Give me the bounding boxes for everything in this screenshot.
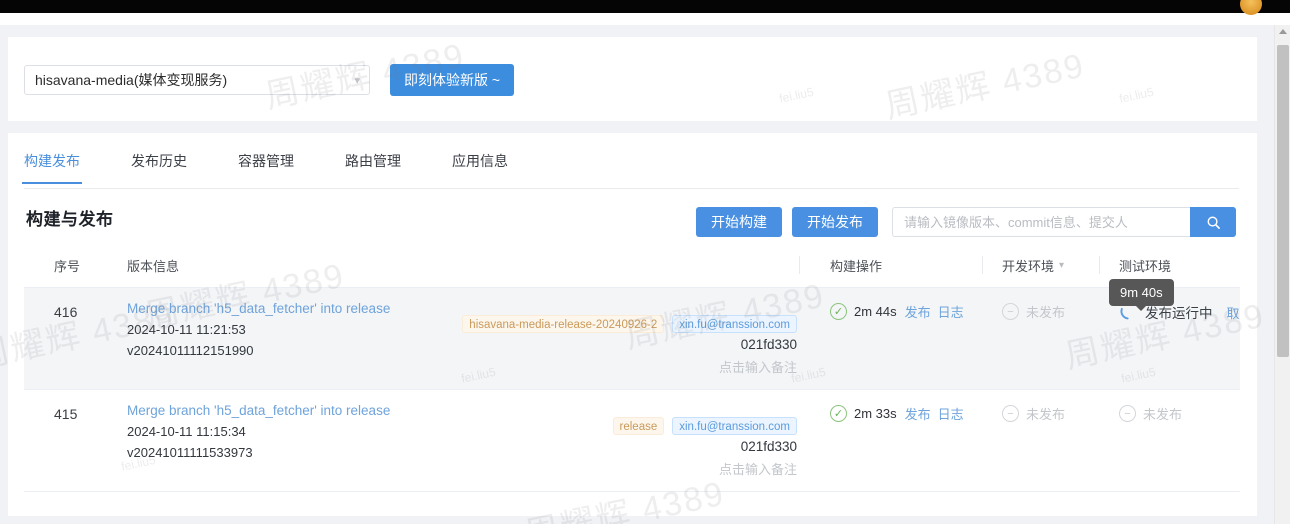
row-build-cell: ✓ 2m 33s 发布 日志 bbox=[830, 404, 971, 423]
search-group bbox=[892, 207, 1236, 237]
commit-hash: 021fd330 bbox=[740, 439, 797, 454]
table-row[interactable]: 415 Merge branch 'h5_data_fetcher' into … bbox=[24, 390, 1240, 492]
column-header-test-env: 测试环境 bbox=[1119, 258, 1172, 274]
tab-build-release[interactable]: 构建发布 bbox=[22, 148, 82, 184]
column-header-dev-env[interactable]: 开发环境 ▾ bbox=[1002, 256, 1064, 275]
commit-message-link[interactable]: Merge branch 'h5_data_fetcher' into rele… bbox=[127, 403, 797, 418]
chrome-white-strip bbox=[0, 13, 1290, 25]
toolbar: 开始构建 开始发布 bbox=[696, 207, 1236, 237]
tab-container-management[interactable]: 容器管理 bbox=[238, 148, 294, 183]
row-tags: release xin.fu@transsion.com bbox=[612, 417, 797, 435]
remark-input[interactable]: 点击输入备注 bbox=[497, 459, 797, 478]
row-dev-env-cell: − 未发布 bbox=[1002, 302, 1065, 321]
test-env-status: 未发布 bbox=[1143, 407, 1183, 422]
search-icon bbox=[1207, 216, 1220, 229]
row-index: 416 bbox=[54, 304, 78, 320]
start-build-button[interactable]: 开始构建 bbox=[696, 207, 782, 237]
branch-tag: hisavana-media-release-20240926-2 bbox=[462, 315, 665, 333]
deploy-link[interactable]: 发布 bbox=[905, 404, 931, 423]
column-header-index: 序号 bbox=[54, 258, 81, 274]
cancel-link[interactable]: 取消 bbox=[1227, 303, 1241, 322]
row-dev-env-cell: − 未发布 bbox=[1002, 404, 1065, 423]
log-link[interactable]: 日志 bbox=[938, 404, 964, 423]
row-index: 415 bbox=[54, 406, 78, 422]
user-tag: xin.fu@transsion.com bbox=[672, 315, 797, 333]
minus-circle-icon: − bbox=[1002, 405, 1019, 422]
duration-tooltip: 9m 40s bbox=[1109, 279, 1174, 311]
row-build-cell: ✓ 2m 44s 发布 日志 bbox=[830, 302, 971, 321]
column-header-build: 构建操作 bbox=[830, 258, 883, 274]
build-table: 序号 版本信息 构建操作 开发环境 ▾ 测试环境 416 Merge branc… bbox=[24, 243, 1240, 509]
header-divider bbox=[1099, 256, 1100, 274]
user-tag: xin.fu@transsion.com bbox=[672, 417, 797, 435]
search-input[interactable] bbox=[892, 207, 1190, 237]
app-select[interactable]: hisavana-media(媒体变现服务) ▾ bbox=[24, 65, 370, 95]
app-select-value: hisavana-media(媒体变现服务) bbox=[35, 72, 228, 88]
column-header-version: 版本信息 bbox=[127, 258, 180, 274]
row-right-meta: 021fd330 点击输入备注 bbox=[497, 337, 797, 376]
app-header-card: hisavana-media(媒体变现服务) ▾ 即刻体验新版 ~ bbox=[8, 37, 1257, 121]
remark-input[interactable]: 点击输入备注 bbox=[497, 357, 797, 376]
column-header-dev-env-label: 开发环境 bbox=[1002, 258, 1055, 274]
log-link[interactable]: 日志 bbox=[938, 302, 964, 321]
scroll-up-arrow-icon[interactable] bbox=[1279, 29, 1287, 34]
dev-env-status: 未发布 bbox=[1026, 407, 1066, 422]
app-selector-row: hisavana-media(媒体变现服务) ▾ 即刻体验新版 ~ bbox=[24, 64, 515, 96]
table-header-row: 序号 版本信息 构建操作 开发环境 ▾ 测试环境 bbox=[24, 243, 1240, 288]
row-right-meta: 021fd330 点击输入备注 bbox=[497, 439, 797, 478]
minus-circle-icon: − bbox=[1002, 303, 1019, 320]
branch-tag: release bbox=[612, 417, 665, 435]
commit-message-link[interactable]: Merge branch 'h5_data_fetcher' into rele… bbox=[127, 301, 797, 316]
browser-top-bar bbox=[0, 0, 1290, 13]
build-duration: 2m 33s bbox=[854, 406, 897, 421]
tab-bar: 构建发布 发布历史 容器管理 路由管理 应用信息 bbox=[22, 148, 1239, 189]
commit-hash: 021fd330 bbox=[740, 337, 797, 352]
minus-circle-icon: − bbox=[1119, 405, 1136, 422]
main-content-card: 构建发布 发布历史 容器管理 路由管理 应用信息 构建与发布 开始构建 开始发布 bbox=[8, 133, 1257, 516]
row-test-env-cell: − 未发布 bbox=[1119, 404, 1182, 423]
start-deploy-button[interactable]: 开始发布 bbox=[792, 207, 878, 237]
header-divider bbox=[799, 256, 800, 274]
tab-app-info[interactable]: 应用信息 bbox=[452, 148, 508, 183]
tab-release-history[interactable]: 发布历史 bbox=[131, 148, 187, 183]
page-title: 构建与发布 bbox=[26, 210, 114, 229]
row-version-info: Merge branch 'h5_data_fetcher' into rele… bbox=[127, 403, 797, 477]
search-button[interactable] bbox=[1190, 207, 1236, 237]
app-screen: hisavana-media(媒体变现服务) ▾ 即刻体验新版 ~ 构建发布 发… bbox=[0, 0, 1290, 524]
deploy-link[interactable]: 发布 bbox=[905, 302, 931, 321]
row-version-info: Merge branch 'h5_data_fetcher' into rele… bbox=[127, 301, 797, 375]
scrollbar-thumb[interactable] bbox=[1277, 45, 1289, 357]
check-circle-icon: ✓ bbox=[830, 303, 847, 320]
row-tags: hisavana-media-release-20240926-2 xin.fu… bbox=[462, 315, 797, 333]
vertical-scrollbar[interactable] bbox=[1274, 25, 1290, 524]
dev-env-status: 未发布 bbox=[1026, 305, 1066, 320]
header-divider bbox=[982, 256, 983, 274]
tab-route-management[interactable]: 路由管理 bbox=[345, 148, 401, 183]
try-new-version-button[interactable]: 即刻体验新版 ~ bbox=[390, 64, 515, 96]
chevron-down-icon: ▾ bbox=[354, 74, 360, 87]
check-circle-icon: ✓ bbox=[830, 405, 847, 422]
chevron-down-icon: ▾ bbox=[1059, 259, 1065, 271]
table-row[interactable]: 416 Merge branch 'h5_data_fetcher' into … bbox=[24, 288, 1240, 390]
build-duration: 2m 44s bbox=[854, 304, 897, 319]
